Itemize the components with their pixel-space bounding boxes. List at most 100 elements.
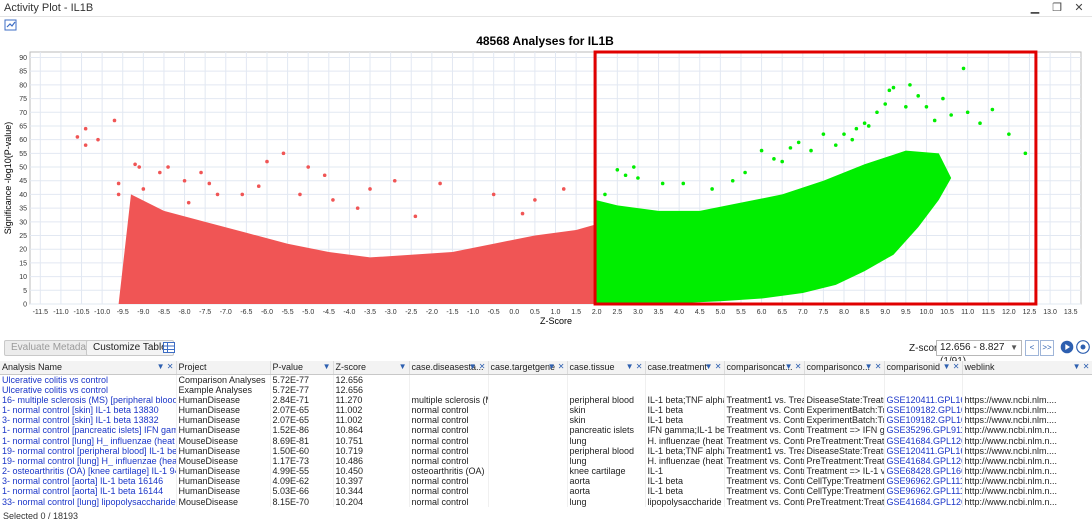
x-tick-label: 8.5 bbox=[860, 309, 870, 316]
table-cell bbox=[724, 374, 805, 385]
filter-icon[interactable]: ▼ ✕ bbox=[705, 362, 722, 371]
column-header[interactable]: comparisoncat... ▼ ✕ bbox=[724, 361, 805, 375]
table-row[interactable]: 3- normal control [skin] IL-1 beta 13832… bbox=[0, 415, 1092, 426]
table-cell[interactable]: GSE120411.GPL16791.l bbox=[884, 445, 963, 456]
column-header[interactable]: case.treatment ▼ ✕ bbox=[645, 361, 725, 375]
column-header[interactable]: case.targetgene ▼ ✕ bbox=[488, 361, 568, 375]
table-cell[interactable] bbox=[884, 374, 963, 385]
table-row[interactable]: 1- normal control [aorta] IL-1 beta 1614… bbox=[0, 486, 1092, 497]
table-cell[interactable]: GSE96962.GPL11154.D bbox=[884, 476, 963, 487]
table-row[interactable]: 19- normal control [lung] H_ influenzae … bbox=[0, 455, 1092, 466]
column-header[interactable]: case.tissue ▼ ✕ bbox=[567, 361, 646, 375]
table-cell[interactable]: GSE109182.GPL10999.l bbox=[884, 404, 963, 416]
positive-point bbox=[949, 113, 953, 117]
table-cell[interactable]: GSE120411.GPL16791.l bbox=[884, 394, 963, 405]
table-cell[interactable]: 1- normal control [pancreatic islets] IF… bbox=[0, 425, 177, 436]
x-tick-label: 7.5 bbox=[819, 309, 829, 316]
filter-icon[interactable]: ▼ ✕ bbox=[157, 362, 174, 371]
negative-point bbox=[137, 165, 142, 169]
table-cell[interactable]: GSE41684.GPL1261.tes bbox=[884, 455, 963, 466]
y-tick-label: 35 bbox=[19, 206, 27, 213]
close-button[interactable]: ✕ bbox=[1072, 1, 1086, 15]
table-cell: HumanDisease bbox=[176, 425, 271, 436]
table-cell: 10.344 bbox=[333, 486, 410, 497]
negative-point bbox=[83, 126, 88, 131]
table-cell[interactable]: 33- normal control [lung] lipopolysaccha… bbox=[0, 496, 177, 507]
table-cell: IFN gamma;IL-1 beta bbox=[645, 425, 725, 436]
table-cell: HumanDisease bbox=[176, 445, 271, 456]
table-cell[interactable]: GSE41684.GPL1261.tes bbox=[884, 435, 963, 446]
table-cell[interactable]: GSE35296.GPL9115.DE bbox=[884, 425, 963, 436]
filter-icon[interactable]: ▼ ✕ bbox=[626, 362, 643, 371]
positive-point bbox=[990, 107, 995, 112]
column-header[interactable]: comparisonco... ▼ ✕ bbox=[804, 361, 885, 375]
previous-range-button[interactable]: < bbox=[1025, 340, 1039, 356]
filter-icon[interactable]: ▼ ✕ bbox=[548, 362, 565, 371]
column-header[interactable]: Z-score ▼ bbox=[333, 361, 410, 375]
table-cell: multiple sclerosis (MS) bbox=[409, 394, 489, 405]
help-icon[interactable] bbox=[1076, 340, 1090, 354]
filter-icon[interactable]: ▼ ✕ bbox=[865, 362, 882, 371]
maximize-button[interactable]: ❐ bbox=[1050, 1, 1064, 15]
table-cell: 10.719 bbox=[333, 445, 410, 456]
table-cell[interactable]: 1- normal control [lung] H_ influenzae (… bbox=[0, 435, 177, 446]
positive-point bbox=[833, 143, 838, 147]
filter-icon[interactable]: ▼ ✕ bbox=[785, 362, 802, 371]
table-settings-icon[interactable] bbox=[163, 342, 175, 353]
table-cell bbox=[488, 384, 568, 395]
table-row[interactable]: 16- multiple sclerosis (MS) [peripheral … bbox=[0, 394, 1092, 405]
table-row[interactable]: 19- normal control [peripheral blood] IL… bbox=[0, 445, 1092, 456]
column-header[interactable]: P-value ▼ bbox=[270, 361, 334, 375]
column-header[interactable]: comparisonid ▼ ✕ bbox=[884, 361, 963, 375]
table-row[interactable]: Ulcerative colitis vs control Example Ana… bbox=[0, 384, 1092, 395]
next-range-button[interactable]: >> bbox=[1040, 340, 1054, 356]
zscore-range-select[interactable]: 12.656 - 8.827 (1/91) ▼ bbox=[936, 340, 1022, 367]
activity-scatter-plot[interactable]: -11.5 -11.0 -10.5 -10.0 -9.5 -9.0 -8.5 -8.0 -7.5… bbox=[0, 30, 1092, 330]
table-row[interactable]: Ulcerative colitis vs control Comparison … bbox=[0, 374, 1092, 385]
table-cell[interactable]: 1- normal control [skin] IL-1 beta 13830 bbox=[0, 404, 177, 416]
table-cell[interactable]: 19- normal control [peripheral blood] IL… bbox=[0, 445, 177, 456]
table-cell[interactable]: GSE68428.GPL16686.te bbox=[884, 466, 963, 477]
table-cell: knee cartilage bbox=[567, 466, 646, 477]
minimize-button[interactable]: ▁ bbox=[1028, 1, 1042, 15]
table-cell[interactable]: 1- normal control [aorta] IL-1 beta 1614… bbox=[0, 486, 177, 497]
table-cell[interactable]: Ulcerative colitis vs control bbox=[0, 384, 177, 395]
negative-point bbox=[392, 178, 397, 183]
table-cell: 1.50E-60 bbox=[270, 445, 334, 456]
customize-table-button[interactable]: Customize Table bbox=[86, 340, 174, 356]
table-cell: ExperimentBatch:Trea... bbox=[804, 415, 885, 426]
table-row[interactable]: 1- normal control [lung] H_ influenzae (… bbox=[0, 435, 1092, 446]
chart-title: 48568 Analyses for IL1B bbox=[476, 34, 614, 48]
x-tick-label: -8.5 bbox=[158, 309, 170, 316]
play-icon[interactable] bbox=[1060, 340, 1074, 354]
table-row[interactable]: 3- normal control [aorta] IL-1 beta 1614… bbox=[0, 476, 1092, 487]
filter-icon[interactable]: ▼ ✕ bbox=[469, 362, 486, 371]
table-row[interactable]: 33- normal control [lung] lipopolysaccha… bbox=[0, 496, 1092, 507]
table-cell[interactable]: 3- normal control [aorta] IL-1 beta 1614… bbox=[0, 476, 177, 487]
table-cell[interactable]: 16- multiple sclerosis (MS) [peripheral … bbox=[0, 394, 177, 405]
column-header[interactable]: Project bbox=[176, 361, 271, 375]
table-cell[interactable]: GSE41684.GPL1261.tes bbox=[884, 496, 963, 507]
column-header[interactable]: Analysis Name ▼ ✕ bbox=[0, 361, 177, 375]
table-cell[interactable] bbox=[884, 384, 963, 395]
negative-point bbox=[240, 192, 245, 197]
table-cell: DiseaseState:Treatme... bbox=[804, 445, 885, 456]
filter-icon[interactable]: ▼ bbox=[399, 362, 407, 371]
column-header[interactable]: case.diseasesta... ▼ ✕ bbox=[409, 361, 489, 375]
table-cell[interactable]: 2- osteoarthritis (OA) [knee cartilage] … bbox=[0, 466, 177, 477]
y-tick-label: 20 bbox=[19, 247, 27, 254]
column-header[interactable]: weblink ▼ ✕ bbox=[962, 361, 1092, 375]
table-cell[interactable]: GSE96962.GPL11154.D bbox=[884, 486, 963, 497]
table-cell: skin bbox=[567, 404, 646, 416]
filter-icon[interactable]: ▼ ✕ bbox=[1073, 362, 1090, 371]
table-cell[interactable]: 19- normal control [lung] H_ influenzae … bbox=[0, 455, 177, 466]
filter-icon[interactable]: ▼ ✕ bbox=[943, 362, 960, 371]
filter-icon[interactable]: ▼ bbox=[323, 362, 331, 371]
table-cell[interactable]: 3- normal control [skin] IL-1 beta 13832 bbox=[0, 415, 177, 426]
table-cell[interactable]: Ulcerative colitis vs control bbox=[0, 374, 177, 385]
table-row[interactable]: 1- normal control [pancreatic islets] IF… bbox=[0, 425, 1092, 436]
column-header-label: comparisonco... bbox=[806, 362, 871, 373]
table-row[interactable]: 1- normal control [skin] IL-1 beta 13830… bbox=[0, 404, 1092, 416]
table-cell[interactable]: GSE109182.GPL10999.l bbox=[884, 415, 963, 426]
table-row[interactable]: 2- osteoarthritis (OA) [knee cartilage] … bbox=[0, 466, 1092, 477]
